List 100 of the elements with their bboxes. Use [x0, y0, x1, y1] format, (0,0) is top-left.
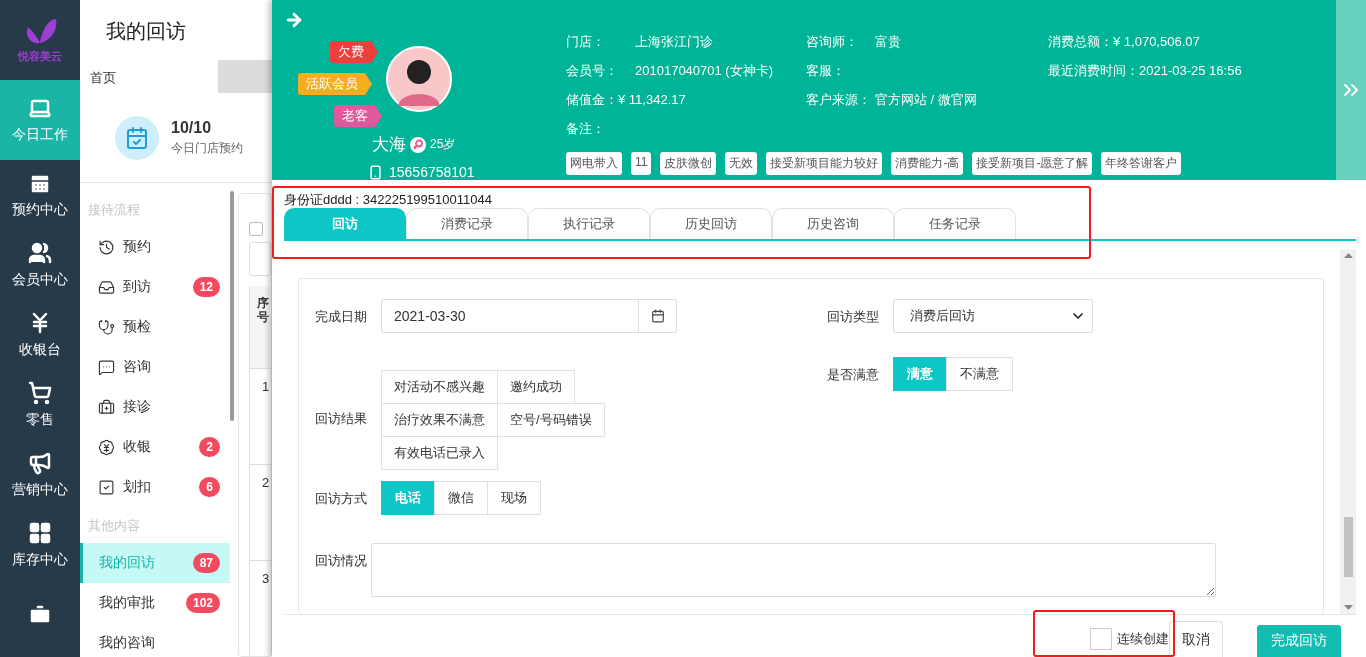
option-button[interactable]: 微信	[434, 481, 488, 515]
tab[interactable]: 执行记录	[528, 208, 650, 239]
menu-item[interactable]: 我的咨询	[80, 623, 230, 657]
stethoscope-icon	[98, 318, 115, 336]
id-number: 身份证dddd : 342225199510011044	[283, 191, 493, 208]
status-tag: 活跃会员	[298, 73, 372, 95]
tab[interactable]: 消费记录	[406, 208, 528, 239]
menu-label: 划扣	[123, 478, 152, 496]
info-label: 客户来源：	[806, 90, 872, 109]
info-label: 消费总额：	[1048, 32, 1113, 51]
info-value: 官方网站 / 微官网	[875, 90, 977, 109]
menu-item[interactable]: 收银 2	[80, 427, 230, 467]
info-value: 2021-03-25 16:56	[1139, 63, 1242, 78]
page-tab[interactable]: 首页	[80, 60, 218, 93]
count-badge: 102	[185, 593, 220, 613]
female-icon	[410, 136, 426, 153]
checkbox[interactable]	[249, 222, 263, 236]
page-title: 我的回访	[105, 19, 187, 44]
label-tag: 接受新项目能力较好	[766, 152, 883, 175]
menu-label: 我的咨询	[99, 634, 156, 652]
expand-button[interactable]	[1336, 0, 1366, 180]
menu-item[interactable]: 预检	[80, 307, 230, 347]
continuous-checkbox[interactable]: 连续创建	[1090, 628, 1169, 650]
field-label: 是否满意	[827, 366, 880, 384]
scrollbar[interactable]	[230, 191, 234, 421]
option-button[interactable]: 空号/号码错误	[497, 402, 605, 437]
info-value: ¥ 1,070,506.07	[1113, 34, 1200, 49]
info-label: 门店：	[566, 32, 606, 51]
nav-item[interactable]: 营销中心	[0, 440, 80, 510]
option-button[interactable]: 对活动不感兴趣	[381, 369, 498, 404]
option-button[interactable]: 现场	[487, 481, 541, 515]
type-select[interactable]: 消费后回访	[893, 299, 1093, 333]
menu-label: 咨询	[123, 358, 152, 376]
phone-icon	[368, 164, 383, 180]
tab[interactable]: 历史咨询	[772, 208, 894, 239]
field-label: 回访情况	[315, 552, 368, 570]
field-label: 回访结果	[315, 410, 368, 428]
menu-item[interactable]: 咨询	[80, 347, 230, 387]
calendar-check-icon	[115, 115, 159, 160]
info-value: 201017040701 (女神卡)	[635, 61, 774, 80]
menu-item[interactable]: 到访 12	[80, 267, 230, 307]
phone-number: 15656758101	[389, 164, 475, 180]
menu-item[interactable]: 接诊	[80, 387, 230, 427]
inbox-icon	[98, 278, 115, 296]
cart-icon	[28, 381, 52, 405]
brand-name: 悦容美云	[18, 48, 62, 64]
grid-icon	[28, 521, 52, 545]
cancel-button[interactable]: 取消	[1169, 621, 1223, 657]
tab[interactable]: 历史回访	[650, 208, 772, 239]
yen-icon	[98, 438, 115, 456]
nav-item[interactable]: 预约中心	[0, 160, 80, 230]
info-value: 上海张江门诊	[635, 32, 713, 51]
menu-label: 预约	[123, 238, 152, 256]
menu-label: 接诊	[123, 398, 152, 416]
count-badge: 87	[192, 553, 220, 573]
tab[interactable]: 任务记录	[894, 208, 1016, 239]
stat-value: 10/10	[171, 118, 213, 137]
menu-item[interactable]: 我的审批 102	[80, 583, 230, 623]
nav-item[interactable]: 库存中心	[0, 510, 80, 580]
menu-label: 我的审批	[99, 594, 156, 612]
scroll-down-icon	[1343, 605, 1353, 610]
scroll-thumb[interactable]	[1343, 516, 1353, 577]
info-label: 最近消费时间：	[1048, 61, 1139, 80]
info-label: 备注：	[566, 119, 606, 138]
users-icon	[28, 241, 52, 265]
calendar-icon	[650, 309, 665, 323]
label-tag: 消费能力-高	[891, 152, 964, 175]
customer-age: 25岁	[430, 136, 456, 153]
megaphone-icon	[28, 451, 52, 475]
menu-item[interactable]: 划扣 6	[80, 467, 230, 507]
checked-square-icon	[98, 478, 115, 496]
info-value: 富贵	[875, 32, 901, 51]
label-tag: 接受新项目-愿意了解	[972, 152, 1093, 175]
option-button[interactable]: 有效电话已录入	[381, 435, 498, 470]
customer-name: 大海	[372, 134, 406, 156]
scroll-up-icon	[1343, 253, 1353, 258]
label-tag: 皮肤微创	[660, 152, 717, 175]
label-tag: 网电带入	[566, 152, 622, 175]
history-icon	[98, 238, 115, 256]
notes-field[interactable]	[371, 543, 1216, 597]
input-field[interactable]	[249, 242, 271, 276]
option-button[interactable]: 不满意	[946, 357, 1013, 391]
menu-item[interactable]: 我的回访 87	[80, 543, 230, 583]
table-cell: 3	[250, 560, 271, 656]
info-label: 储值金：	[566, 90, 618, 109]
avatar	[386, 46, 452, 112]
nav-item[interactable]: 会员中心	[0, 230, 80, 300]
info-label: 会员号：	[566, 61, 619, 80]
option-button[interactable]: 邀约成功	[497, 369, 575, 404]
table-cell: 2	[250, 464, 271, 560]
menu-item[interactable]: 预约	[80, 227, 230, 267]
menu-label: 我的回访	[99, 554, 156, 572]
date-field[interactable]: 2021-03-30	[381, 299, 677, 333]
nav-item[interactable]: 零售	[0, 370, 80, 440]
field-label: 完成日期	[315, 308, 368, 326]
section-title: 接待流程	[87, 201, 141, 219]
nav-item[interactable]: 收银台	[0, 300, 80, 370]
scrollbar[interactable]	[1340, 249, 1356, 614]
info-label: 客服：	[806, 61, 846, 80]
field-label: 回访类型	[827, 308, 880, 326]
